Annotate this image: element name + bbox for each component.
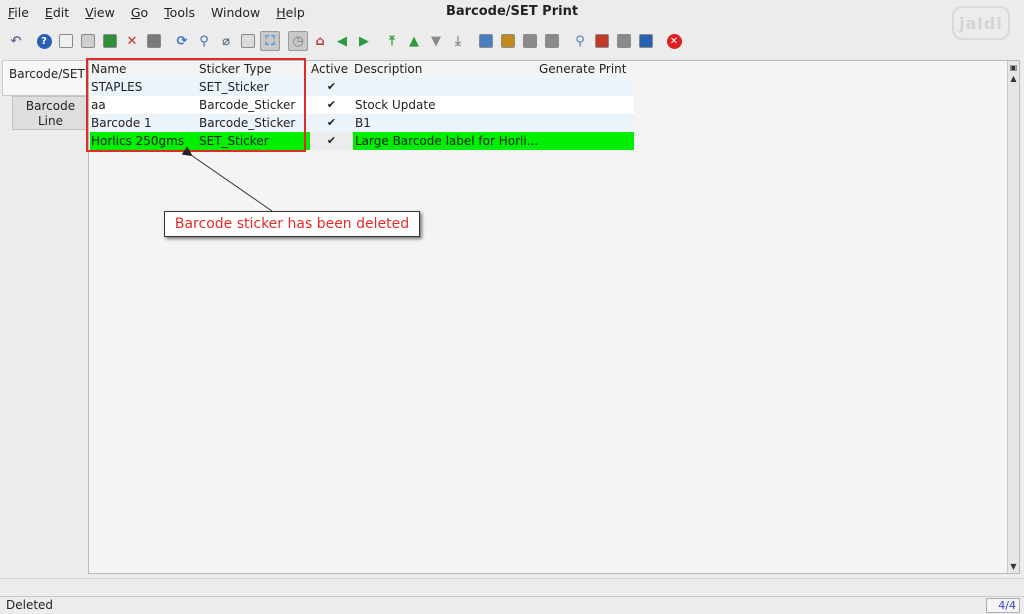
next-record-icon[interactable]: ▼ bbox=[426, 31, 446, 51]
print-preview-icon[interactable] bbox=[520, 31, 540, 51]
archive-icon[interactable] bbox=[498, 31, 518, 51]
chat-icon[interactable] bbox=[238, 31, 258, 51]
delete-selection-icon[interactable] bbox=[144, 31, 164, 51]
cell-generate-print[interactable] bbox=[538, 132, 634, 150]
status-bar: Deleted 4/4 bbox=[0, 596, 1024, 614]
active-checkbox[interactable]: ✔ bbox=[310, 96, 353, 114]
product-info-icon[interactable] bbox=[636, 31, 656, 51]
menu-window[interactable]: Window bbox=[203, 5, 268, 20]
attachment-icon[interactable]: ⌀ bbox=[216, 31, 236, 51]
table-header: Name Sticker Type Active Description Gen… bbox=[90, 62, 650, 78]
cell-sticker-type: SET_Sticker bbox=[199, 80, 269, 94]
menu-help[interactable]: Help bbox=[268, 5, 313, 20]
table-row[interactable]: Barcode 1 Barcode_Sticker ✔ B1 bbox=[90, 114, 634, 132]
find-icon[interactable]: ⚲ bbox=[194, 31, 214, 51]
cell-name: STAPLES bbox=[91, 80, 143, 94]
grid-area: Name Sticker Type Active Description Gen… bbox=[90, 62, 1006, 572]
process-icon[interactable] bbox=[614, 31, 634, 51]
cell-description bbox=[353, 78, 538, 96]
zoom-across-icon[interactable]: ⚲ bbox=[570, 31, 590, 51]
scroll-down-icon[interactable]: ▼ bbox=[1008, 561, 1019, 572]
history-icon[interactable]: ◷ bbox=[288, 31, 308, 51]
tab-barcode-line[interactable]: Barcode Line bbox=[12, 96, 88, 130]
header-name[interactable]: Name bbox=[90, 62, 198, 78]
table-row[interactable]: STAPLES SET_Sticker ✔ bbox=[90, 78, 634, 96]
cell-description: Large Barcode label for Horli... bbox=[355, 134, 538, 148]
toolbar: ↶? ✕ ⟳ ⚲ ⌀ ⛶ ◷ ⌂ ◀ ▶ ⤒ ▲ ▼ ⤓ ⚲ ✕ bbox=[0, 28, 940, 54]
status-text: Deleted bbox=[6, 598, 54, 612]
vertical-scrollbar[interactable]: ▣ ▲ ▼ bbox=[1007, 61, 1019, 573]
previous-record-icon[interactable]: ▲ bbox=[404, 31, 424, 51]
exit-icon[interactable]: ✕ bbox=[664, 31, 684, 51]
cell-generate-print[interactable] bbox=[538, 114, 634, 132]
last-record-icon[interactable]: ⤓ bbox=[448, 31, 468, 51]
cell-generate-print[interactable] bbox=[538, 78, 634, 96]
scrollbar-menu-icon[interactable]: ▣ bbox=[1008, 62, 1019, 73]
parent-record-icon[interactable]: ◀ bbox=[332, 31, 352, 51]
table-row-selected[interactable]: Horlics 250gms SET_Sticker ✔ Large Barco… bbox=[90, 132, 634, 150]
cell-sticker-type: Barcode_Sticker bbox=[199, 98, 296, 112]
active-checkbox[interactable]: ✔ bbox=[310, 132, 353, 150]
grid-panel: Name Sticker Type Active Description Gen… bbox=[88, 60, 1020, 574]
menu-go[interactable]: Go bbox=[123, 5, 156, 20]
table-row[interactable]: aa Barcode_Sticker ✔ Stock Update bbox=[90, 96, 634, 114]
workflow-icon[interactable] bbox=[592, 31, 612, 51]
grid-toggle-icon[interactable]: ⛶ bbox=[260, 31, 280, 51]
cell-sticker-type: SET_Sticker bbox=[199, 134, 269, 148]
jaldi-logo: jaldi bbox=[952, 6, 1010, 40]
scroll-up-icon[interactable]: ▲ bbox=[1008, 73, 1019, 84]
menu-tools[interactable]: Tools bbox=[156, 5, 203, 20]
detail-record-icon[interactable]: ▶ bbox=[354, 31, 374, 51]
annotation-callout: Barcode sticker has been deleted bbox=[164, 211, 420, 237]
tab-barcode-set-label: Barcode/SET bbox=[9, 67, 85, 81]
refresh-icon[interactable]: ⟳ bbox=[172, 31, 192, 51]
active-checkbox[interactable]: ✔ bbox=[310, 114, 353, 132]
print-icon[interactable] bbox=[542, 31, 562, 51]
header-sticker-type[interactable]: Sticker Type bbox=[198, 62, 310, 78]
menu-file[interactable]: File bbox=[0, 5, 37, 20]
tab-barcode-set[interactable]: Barcode/SET bbox=[2, 60, 88, 96]
home-icon[interactable]: ⌂ bbox=[310, 31, 330, 51]
header-description[interactable]: Description bbox=[353, 62, 538, 78]
menu-edit[interactable]: Edit bbox=[37, 5, 77, 20]
new-icon[interactable] bbox=[56, 31, 76, 51]
save-icon[interactable] bbox=[100, 31, 120, 51]
tab-barcode-line-label-2: Line bbox=[37, 114, 63, 128]
cell-name: Barcode 1 bbox=[91, 116, 152, 130]
cell-description: B1 bbox=[355, 116, 371, 130]
delete-icon[interactable]: ✕ bbox=[122, 31, 142, 51]
cell-sticker-type: Barcode_Sticker bbox=[199, 116, 296, 130]
first-record-icon[interactable]: ⤒ bbox=[382, 31, 402, 51]
active-checkbox[interactable]: ✔ bbox=[310, 78, 353, 96]
cell-name: aa bbox=[91, 98, 106, 112]
header-generate-print[interactable]: Generate Print bbox=[538, 62, 634, 78]
report-icon[interactable] bbox=[476, 31, 496, 51]
undo-icon[interactable]: ↶ bbox=[6, 31, 26, 51]
cell-description: Stock Update bbox=[355, 98, 436, 112]
record-count[interactable]: 4/4 bbox=[986, 598, 1020, 613]
menu-bar: File Edit View Go Tools Window Help bbox=[0, 0, 1024, 24]
copy-icon[interactable] bbox=[78, 31, 98, 51]
cell-generate-print[interactable] bbox=[538, 96, 634, 114]
header-active[interactable]: Active bbox=[310, 62, 353, 78]
menu-view[interactable]: View bbox=[77, 5, 123, 20]
help-icon[interactable]: ? bbox=[34, 31, 54, 51]
cell-name: Horlics 250gms bbox=[91, 134, 185, 148]
divider bbox=[0, 578, 1024, 579]
tab-barcode-line-label-1: Barcode bbox=[25, 99, 76, 113]
